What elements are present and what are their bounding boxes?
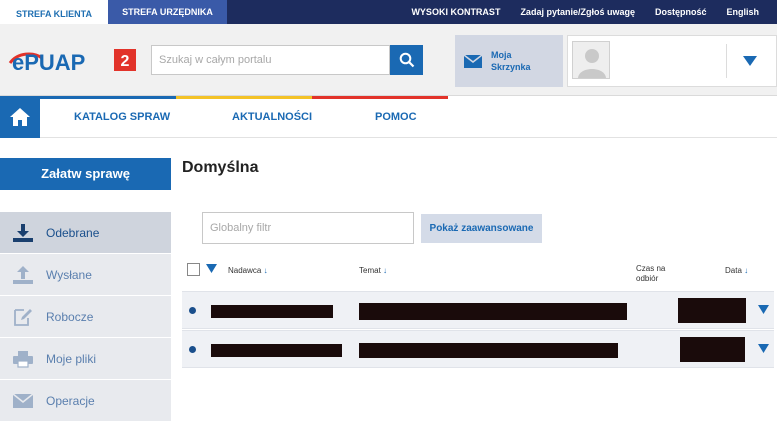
- nav-pomoc[interactable]: POMOC: [375, 111, 417, 123]
- envelope-icon: [13, 393, 33, 408]
- user-silhouette-icon: [578, 49, 606, 78]
- search-icon: [399, 52, 414, 68]
- global-filter-input[interactable]: [202, 212, 414, 244]
- column-header-pickup-time[interactable]: Czas na odbiór: [636, 264, 680, 284]
- chevron-down-icon[interactable]: [758, 305, 769, 314]
- top-links: WYSOKI KONTRAST Zadaj pytanie/Zgłoś uwag…: [401, 0, 777, 24]
- table-row[interactable]: [182, 291, 774, 329]
- sidebar-item-label: Wysłane: [46, 267, 92, 282]
- redacted-subject: [359, 303, 627, 320]
- search-input[interactable]: [151, 45, 390, 75]
- chevron-down-icon[interactable]: [758, 344, 769, 353]
- redacted-sender: [211, 305, 333, 318]
- column-header-subject[interactable]: Temat ↓: [359, 266, 387, 275]
- show-advanced-button[interactable]: Pokaż zaawansowane: [421, 214, 542, 243]
- search-bar: [151, 45, 423, 75]
- logo-text: ePUAP: [12, 50, 85, 75]
- row-expand-icon[interactable]: [189, 346, 196, 353]
- header: ePUAP 2 Moja Skrzynka: [0, 24, 777, 96]
- download-icon: [13, 223, 33, 242]
- search-button[interactable]: [390, 45, 423, 75]
- inbox-label: Moja Skrzynka: [491, 50, 531, 72]
- sidebar-item-robocze[interactable]: Robocze: [0, 296, 171, 338]
- main-nav: KATALOG SPRAW AKTUALNOŚCI POMOC: [0, 96, 777, 138]
- inbox-button[interactable]: Moja Skrzynka: [455, 35, 563, 87]
- redacted-date: [680, 337, 745, 362]
- redacted-date: [678, 298, 746, 323]
- upload-icon: [13, 265, 33, 284]
- table-header: Nadawca ↓ Temat ↓ Czas na odbiór Data ↓: [182, 260, 774, 290]
- tab-strefa-klienta[interactable]: STREFA KLIENTA: [0, 0, 108, 24]
- envelope-icon: [464, 54, 482, 68]
- tab-strefa-urzednika[interactable]: STREFA URZĘDNIKA: [108, 0, 227, 24]
- column-header-sender[interactable]: Nadawca ↓: [228, 266, 268, 275]
- printer-icon: [13, 350, 33, 368]
- sidebar-item-operacje[interactable]: Operacje: [0, 380, 171, 422]
- ask-question-link[interactable]: Zadaj pytanie/Zgłoś uwagę: [510, 7, 645, 17]
- user-menu: [567, 35, 777, 87]
- nav-aktualnosci[interactable]: AKTUALNOŚCI: [232, 111, 312, 123]
- nav-color-stripe: [40, 96, 448, 99]
- user-divider: [726, 44, 727, 78]
- accessibility-link[interactable]: Dostępność: [645, 7, 717, 17]
- sidebar: Załatw sprawę Odebrane Wysłane Robocze M…: [0, 138, 171, 443]
- chevron-down-icon[interactable]: [206, 264, 217, 273]
- sidebar-item-label: Robocze: [46, 309, 94, 324]
- column-header-date[interactable]: Data ↓: [725, 266, 748, 275]
- avatar[interactable]: [572, 41, 610, 79]
- table-row[interactable]: [182, 330, 774, 368]
- top-bar: STREFA KLIENTA STREFA URZĘDNIKA WYSOKI K…: [0, 0, 777, 24]
- sidebar-item-odebrane[interactable]: Odebrane: [0, 212, 171, 254]
- zalatw-sprawe-button[interactable]: Załatw sprawę: [0, 158, 171, 190]
- english-link[interactable]: English: [716, 7, 777, 17]
- redacted-sender: [211, 344, 342, 357]
- home-button[interactable]: [0, 96, 40, 138]
- redacted-subject: [359, 343, 618, 358]
- edit-icon: [14, 308, 32, 326]
- chevron-down-icon[interactable]: [743, 56, 757, 66]
- high-contrast-link[interactable]: WYSOKI KONTRAST: [401, 7, 510, 17]
- logo-badge: 2: [121, 53, 130, 70]
- sidebar-item-wyslane[interactable]: Wysłane: [0, 254, 171, 296]
- nav-katalog-spraw[interactable]: KATALOG SPRAW: [74, 111, 170, 123]
- row-expand-icon[interactable]: [189, 307, 196, 314]
- sidebar-menu: Odebrane Wysłane Robocze Moje pliki Oper…: [0, 212, 171, 422]
- select-all-checkbox[interactable]: [187, 263, 200, 276]
- sidebar-item-moje-pliki[interactable]: Moje pliki: [0, 338, 171, 380]
- epuap-logo[interactable]: ePUAP 2: [8, 46, 138, 76]
- home-icon: [10, 108, 30, 126]
- page-title: Domyślna: [182, 159, 259, 176]
- sidebar-item-label: Odebrane: [46, 225, 100, 240]
- sidebar-item-label: Operacje: [46, 393, 95, 408]
- sidebar-item-label: Moje pliki: [46, 351, 97, 366]
